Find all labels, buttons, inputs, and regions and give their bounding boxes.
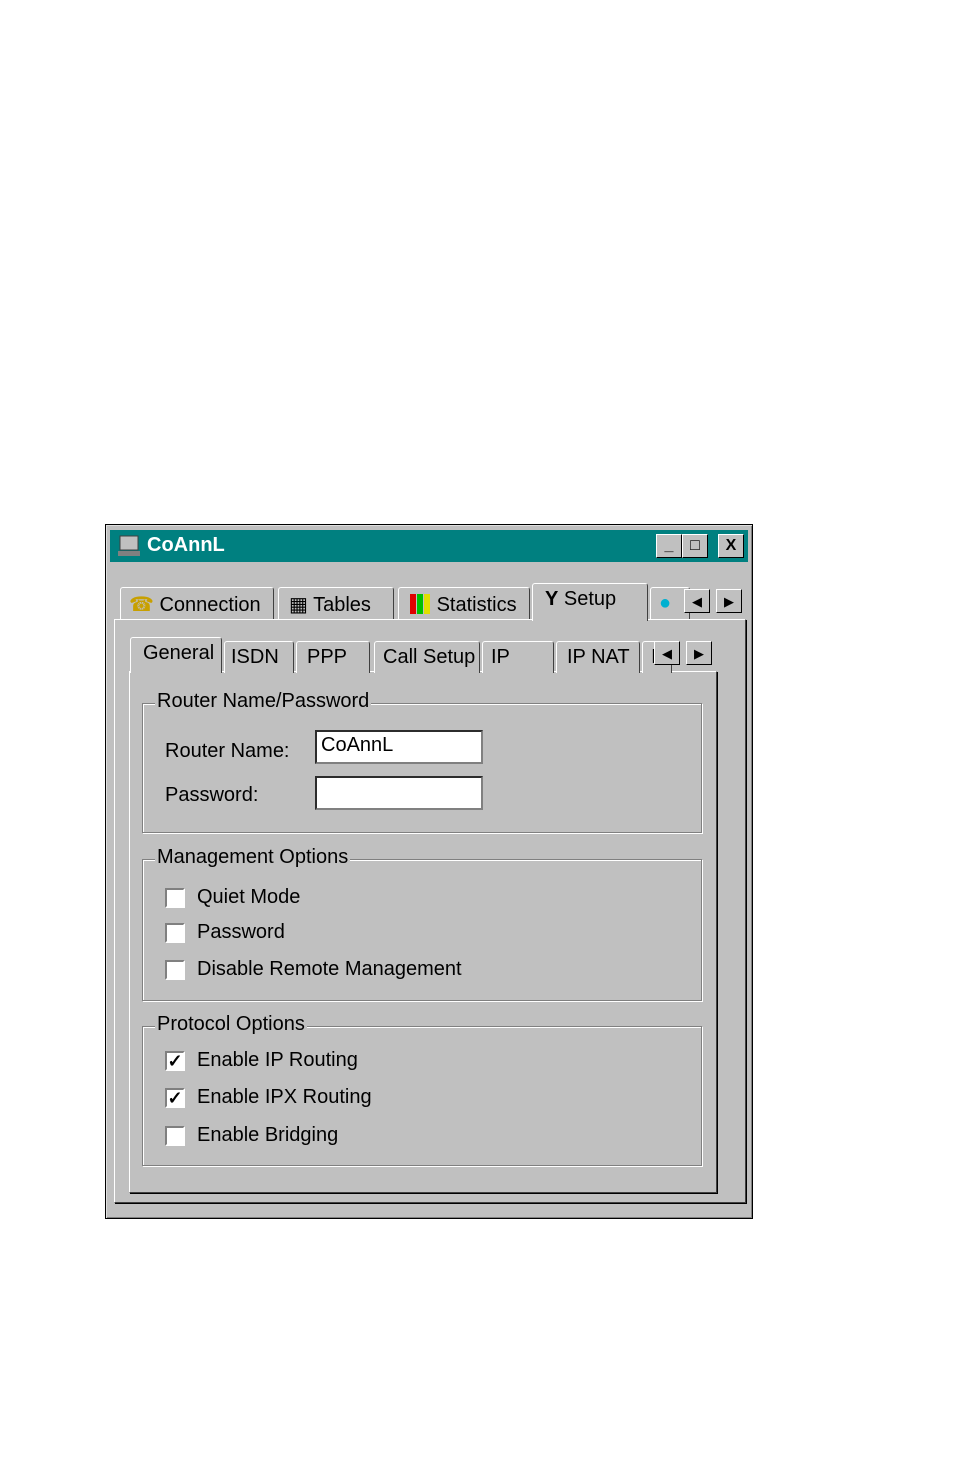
group-title: Router Name/Password xyxy=(155,690,372,713)
tab-statistics[interactable]: Statistics xyxy=(398,587,530,619)
title-bar[interactable]: CoAnnL _ □ X xyxy=(110,530,748,562)
password-checkbox[interactable] xyxy=(165,923,185,943)
outer-scroll-left[interactable]: ◀ xyxy=(684,589,710,613)
close-button[interactable]: X xyxy=(718,534,744,558)
group-title: Management Options xyxy=(155,846,351,869)
inner-scroll-left[interactable]: ◀ xyxy=(654,641,680,665)
enable-ipx-routing-checkbox[interactable]: ✓ xyxy=(165,1088,185,1108)
table-icon: ▦ xyxy=(289,594,308,616)
tab-label: Statistics xyxy=(436,594,517,616)
inner-scroll-right[interactable]: ▶ xyxy=(686,641,712,665)
wrench-icon: Y xyxy=(545,588,559,610)
tab-ppp[interactable]: PPP xyxy=(296,641,370,673)
router-name-group: Router Name/Password Router Name: CoAnnL… xyxy=(142,690,702,833)
enable-bridging-checkbox[interactable] xyxy=(165,1126,185,1146)
phone-icon: ☎ xyxy=(129,594,154,616)
quiet-mode-checkbox[interactable] xyxy=(165,888,185,908)
password-input[interactable] xyxy=(315,776,483,810)
enable-ip-routing-label[interactable]: Enable IP Routing xyxy=(197,1049,358,1072)
enable-ip-routing-checkbox[interactable]: ✓ xyxy=(165,1051,185,1071)
tab-call-setup[interactable]: Call Setup xyxy=(374,641,480,673)
password-option-label[interactable]: Password xyxy=(197,921,285,944)
enable-bridging-label[interactable]: Enable Bridging xyxy=(197,1124,338,1147)
maximize-button[interactable]: □ xyxy=(682,534,708,558)
group-title: Protocol Options xyxy=(155,1013,307,1036)
tab-isdn[interactable]: ISDN xyxy=(224,641,294,673)
tab-tables[interactable]: ▦ Tables xyxy=(278,587,394,619)
disable-remote-management-label[interactable]: Disable Remote Management xyxy=(197,958,462,981)
disable-remote-management-checkbox[interactable] xyxy=(165,960,185,980)
tab-ip[interactable]: IP xyxy=(482,641,554,673)
enable-ipx-routing-label[interactable]: Enable IPX Routing xyxy=(197,1086,372,1109)
router-name-input[interactable]: CoAnnL xyxy=(315,730,483,764)
minimize-button[interactable]: _ xyxy=(656,534,682,558)
tab-connection[interactable]: ☎ Connection xyxy=(120,587,274,619)
tab-setup[interactable]: Y Setup xyxy=(532,583,648,621)
outer-scroll-right[interactable]: ▶ xyxy=(716,589,742,613)
pin-icon: ● xyxy=(659,592,672,614)
tab-ip-nat[interactable]: IP NAT xyxy=(556,641,640,673)
quiet-mode-label[interactable]: Quiet Mode xyxy=(197,886,300,909)
window-title: CoAnnL xyxy=(147,534,225,556)
protocol-options-group: Protocol Options ✓ Enable IP Routing ✓ E… xyxy=(142,1013,702,1166)
router-config-window: CoAnnL _ □ X ☎ Connection ▦ Tables Stati… xyxy=(105,524,753,1219)
management-options-group: Management Options Quiet Mode Password D… xyxy=(142,846,702,1001)
router-name-label: Router Name: xyxy=(165,740,290,762)
bar-chart-icon xyxy=(410,594,430,614)
tab-label: Setup xyxy=(563,588,617,610)
tab-label: Tables xyxy=(313,594,371,616)
tab-label: Connection xyxy=(159,594,261,616)
password-label: Password: xyxy=(165,784,259,806)
tab-general[interactable]: General xyxy=(130,637,222,673)
app-icon xyxy=(118,535,140,556)
